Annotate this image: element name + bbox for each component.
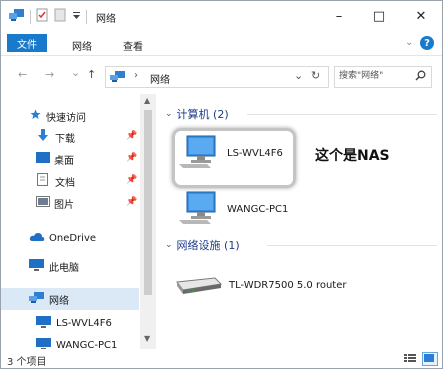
scroll-down-icon[interactable]: ▼ bbox=[144, 334, 150, 343]
computer-item-wangc-pc1[interactable]: WANGC-PC1 bbox=[177, 190, 288, 229]
breadcrumb-separator[interactable]: › bbox=[134, 70, 138, 81]
sidebar-item-ls-wvl4f6[interactable]: LS-WVL4F6 bbox=[1, 312, 139, 334]
chevron-down-icon[interactable]: ⌄ bbox=[165, 240, 173, 250]
sidebar-item-desktop[interactable]: 桌面 📌 bbox=[1, 148, 139, 170]
sidebar-item-label: 图片 bbox=[54, 199, 74, 211]
cloud-icon bbox=[29, 232, 49, 245]
item-count: 3 个项目 bbox=[7, 357, 47, 368]
tab-network[interactable]: 网络 bbox=[72, 38, 92, 53]
document-icon bbox=[37, 173, 55, 189]
up-button[interactable]: ↑ bbox=[87, 68, 96, 81]
pictures-icon bbox=[36, 196, 54, 210]
sidebar-item-label: 下载 bbox=[55, 133, 75, 145]
maximize-button[interactable]: □ bbox=[359, 1, 399, 31]
group-label: 计算机 (2) bbox=[176, 108, 229, 121]
breadcrumb-network[interactable]: 网络 bbox=[150, 71, 170, 86]
explorer-window: 网络 – □ ✕ 文件 网络 查看 ⌄ ? ← → ⌄ ↑ › 网络 ⌄ ↻ 搜… bbox=[0, 0, 443, 369]
minimize-button[interactable]: – bbox=[319, 1, 359, 31]
scroll-up-icon[interactable]: ▲ bbox=[144, 96, 150, 105]
annotation-text: 这个是NAS bbox=[315, 148, 390, 164]
computer-icon bbox=[29, 258, 49, 274]
computer-item-label: LS-WVL4F6 bbox=[227, 148, 283, 159]
networked-computer-icon bbox=[177, 190, 227, 229]
forward-button[interactable]: → bbox=[45, 68, 54, 81]
sidebar-item-pictures[interactable]: 图片 📌 bbox=[1, 192, 139, 214]
group-header-computers[interactable]: ⌄ 计算机 (2) bbox=[165, 106, 229, 122]
expand-ribbon-icon[interactable]: ⌄ bbox=[405, 37, 413, 48]
toolbar-separator bbox=[86, 9, 87, 24]
group-header-network-infrastructure[interactable]: ⌄ 网络设施 (1) bbox=[165, 237, 240, 253]
sidebar-item-label: 文档 bbox=[55, 177, 75, 189]
sidebar-item-quick-access[interactable]: 快速访问 bbox=[1, 105, 139, 127]
network-icon bbox=[110, 70, 126, 86]
computer-item-label: WANGC-PC1 bbox=[227, 204, 289, 215]
router-icon bbox=[175, 272, 229, 299]
scrollbar-thumb[interactable] bbox=[144, 110, 152, 295]
refresh-button[interactable]: ↻ bbox=[311, 69, 320, 82]
ribbon-tabs: 文件 网络 查看 ⌄ ? bbox=[1, 31, 442, 56]
search-input[interactable] bbox=[339, 69, 407, 83]
chevron-down-icon[interactable]: ⌄ bbox=[165, 109, 173, 119]
tab-file[interactable]: 文件 bbox=[7, 34, 47, 52]
sidebar-item-label: 此电脑 bbox=[49, 262, 79, 274]
sidebar-item-network[interactable]: 网络 bbox=[1, 288, 139, 310]
quick-access-toolbar bbox=[9, 8, 87, 25]
tab-view[interactable]: 查看 bbox=[123, 38, 143, 53]
sidebar-item-label: LS-WVL4F6 bbox=[56, 317, 112, 329]
desktop-icon bbox=[36, 152, 54, 166]
title-bar: 网络 – □ ✕ bbox=[1, 1, 442, 31]
window-title: 网络 bbox=[96, 14, 116, 25]
sidebar-item-label: 快速访问 bbox=[46, 112, 86, 124]
sidebar-item-onedrive[interactable]: OneDrive bbox=[1, 227, 139, 249]
sidebar-item-label: 网络 bbox=[49, 295, 69, 307]
content-pane: ⌄ 计算机 (2) LS-WVL4F6 这个是NAS WANGC-PC1 ⌄ 网… bbox=[159, 94, 442, 349]
computer-icon bbox=[36, 315, 56, 331]
pin-icon[interactable]: 📌 bbox=[126, 197, 137, 207]
search-icon[interactable] bbox=[415, 70, 426, 84]
group-divider bbox=[247, 114, 437, 115]
status-bar: 3 个项目 bbox=[1, 349, 442, 368]
sidebar-item-label: 桌面 bbox=[54, 155, 74, 167]
close-button[interactable]: ✕ bbox=[401, 1, 441, 31]
network-device-label: TL-WDR7500 5.0 router bbox=[229, 280, 347, 291]
download-icon bbox=[37, 129, 55, 145]
sidebar-item-documents[interactable]: 文档 📌 bbox=[1, 170, 139, 192]
pin-icon[interactable]: 📌 bbox=[126, 131, 137, 141]
details-view-icon[interactable] bbox=[403, 352, 417, 364]
help-icon[interactable]: ? bbox=[420, 36, 434, 50]
star-icon bbox=[30, 109, 46, 123]
address-dropdown-icon[interactable]: ⌄ bbox=[294, 69, 303, 82]
group-label: 网络设施 (1) bbox=[176, 239, 240, 252]
networked-computer-icon bbox=[177, 134, 227, 173]
customize-toolbar-icon[interactable] bbox=[72, 9, 81, 24]
navigation-bar: ← → ⌄ ↑ › 网络 ⌄ ↻ bbox=[1, 63, 442, 89]
back-button[interactable]: ← bbox=[18, 68, 27, 81]
new-folder-icon[interactable] bbox=[54, 8, 67, 25]
pin-icon[interactable]: 📌 bbox=[126, 175, 137, 185]
sidebar-item-downloads[interactable]: 下载 📌 bbox=[1, 126, 139, 148]
properties-icon[interactable] bbox=[36, 8, 49, 25]
sidebar-item-this-pc[interactable]: 此电脑 bbox=[1, 255, 139, 277]
pin-icon[interactable]: 📌 bbox=[126, 153, 137, 163]
computer-item-ls-wvl4f6[interactable]: LS-WVL4F6 bbox=[177, 134, 283, 173]
network-icon bbox=[9, 8, 25, 25]
network-icon bbox=[29, 291, 49, 307]
search-box[interactable] bbox=[334, 66, 432, 88]
navigation-pane: 快速访问 下载 📌 桌面 📌 文档 📌 图片 📌 OneDrive 此电脑 网络… bbox=[1, 94, 159, 351]
tiles-view-icon[interactable] bbox=[422, 352, 438, 366]
sidebar-item-label: OneDrive bbox=[49, 232, 97, 244]
navigation-pane-scrollbar[interactable]: ▲ ▼ bbox=[140, 94, 156, 349]
toolbar-separator bbox=[30, 9, 31, 24]
network-device-item-router[interactable]: TL-WDR7500 5.0 router bbox=[175, 272, 347, 299]
recent-locations-button[interactable]: ⌄ bbox=[71, 66, 80, 79]
address-bar[interactable]: › 网络 ⌄ ↻ bbox=[105, 66, 329, 88]
group-divider bbox=[267, 245, 437, 246]
